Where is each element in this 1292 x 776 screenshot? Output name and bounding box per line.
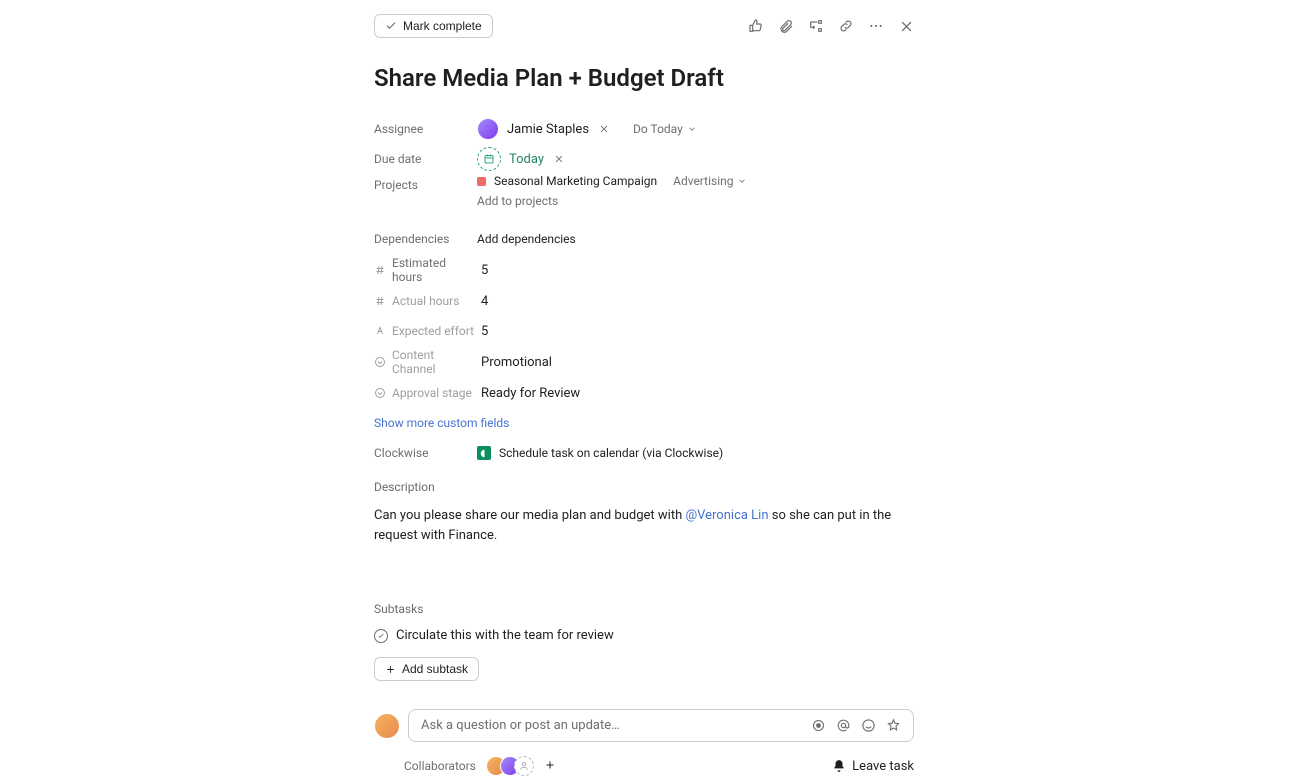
approval-stage-value[interactable]: Ready for Review bbox=[477, 386, 580, 401]
clockwise-action-text: Schedule task on calendar (via Clockwise… bbox=[499, 446, 723, 460]
mark-complete-button[interactable]: Mark complete bbox=[374, 14, 493, 38]
dependencies-label: Dependencies bbox=[374, 232, 477, 246]
task-title[interactable]: Share Media Plan + Budget Draft bbox=[374, 64, 914, 92]
plus-icon bbox=[385, 664, 396, 675]
project-chip[interactable]: Seasonal Marketing Campaign bbox=[477, 174, 657, 188]
dependencies-row: Dependencies Add dependencies bbox=[374, 224, 914, 254]
due-date-value[interactable]: Today bbox=[477, 147, 566, 171]
at-mention-icon[interactable] bbox=[836, 718, 851, 733]
empty-collaborator-slot[interactable] bbox=[514, 756, 534, 776]
chevron-down-icon bbox=[687, 124, 697, 134]
clockwise-label: Clockwise bbox=[374, 446, 477, 460]
assignee-value[interactable]: Jamie Staples Do Today bbox=[477, 118, 697, 140]
assignee-name: Jamie Staples bbox=[507, 122, 589, 137]
content-channel-value[interactable]: Promotional bbox=[477, 355, 552, 370]
clear-due-date-icon[interactable] bbox=[552, 152, 566, 166]
number-icon bbox=[374, 295, 386, 307]
due-date-label: Due date bbox=[374, 152, 477, 166]
do-today-label: Do Today bbox=[633, 122, 683, 136]
text-icon bbox=[374, 325, 386, 337]
clear-assignee-icon[interactable] bbox=[597, 122, 611, 136]
description-before: Can you please share our media plan and … bbox=[374, 508, 685, 523]
collaborator-avatars bbox=[486, 756, 534, 776]
actual-hours-row: Actual hours 4 bbox=[374, 286, 914, 316]
collaborators-section: Collaborators bbox=[404, 756, 558, 776]
estimated-hours-row: Estimated hours 5 bbox=[374, 254, 914, 286]
approval-stage-row: Approval stage Ready for Review bbox=[374, 378, 914, 408]
task-detail-pane: Mark complete Share Media Plan + Budge bbox=[374, 0, 914, 776]
calendar-icon bbox=[477, 147, 501, 171]
content-channel-label: Content Channel bbox=[392, 348, 477, 376]
number-icon bbox=[374, 264, 386, 276]
subtask-icon[interactable] bbox=[808, 18, 824, 34]
projects-row: Projects Seasonal Marketing Campaign Adv… bbox=[374, 174, 914, 224]
copy-link-icon[interactable] bbox=[838, 18, 854, 34]
comment-placeholder: Ask a question or post an update… bbox=[421, 718, 620, 733]
expected-effort-label: Expected effort bbox=[392, 324, 474, 338]
task-footer: Collaborators Leave task bbox=[374, 756, 914, 776]
assignee-label: Assignee bbox=[374, 122, 477, 136]
project-color-dot bbox=[477, 177, 486, 186]
add-to-projects-link[interactable]: Add to projects bbox=[477, 194, 747, 208]
add-dependencies-link[interactable]: Add dependencies bbox=[477, 232, 576, 246]
like-icon[interactable] bbox=[748, 18, 764, 34]
more-icon[interactable] bbox=[868, 18, 884, 34]
clockwise-action[interactable]: Schedule task on calendar (via Clockwise… bbox=[477, 446, 723, 460]
mention-link[interactable]: @Veronica Lin bbox=[685, 508, 768, 523]
leave-task-label: Leave task bbox=[852, 759, 914, 774]
show-more-custom-fields-link[interactable]: Show more custom fields bbox=[374, 416, 509, 430]
expected-effort-row: Expected effort 5 bbox=[374, 316, 914, 346]
mark-complete-label: Mark complete bbox=[403, 19, 482, 33]
close-icon[interactable] bbox=[898, 18, 914, 34]
projects-label: Projects bbox=[374, 174, 477, 192]
expected-effort-value[interactable]: 5 bbox=[477, 324, 488, 339]
subtask-item[interactable]: Circulate this with the team for review bbox=[374, 624, 914, 647]
estimated-hours-value[interactable]: 5 bbox=[477, 263, 488, 278]
comment-row: Ask a question or post an update… bbox=[374, 709, 914, 742]
check-icon bbox=[385, 20, 397, 32]
due-date-text: Today bbox=[509, 152, 544, 167]
due-date-row: Due date Today bbox=[374, 144, 914, 174]
subtask-check-icon[interactable] bbox=[374, 629, 388, 643]
appreciation-icon[interactable] bbox=[886, 718, 901, 733]
comment-input[interactable]: Ask a question or post an update… bbox=[408, 709, 914, 742]
description-row: Description bbox=[374, 472, 914, 502]
estimated-hours-label: Estimated hours bbox=[392, 256, 477, 284]
actual-hours-label: Actual hours bbox=[392, 294, 459, 308]
clockwise-icon bbox=[477, 446, 491, 460]
dropdown-field-icon bbox=[374, 356, 386, 368]
project-name: Seasonal Marketing Campaign bbox=[494, 174, 657, 188]
bell-icon bbox=[832, 759, 846, 773]
attachment-icon[interactable] bbox=[778, 18, 794, 34]
do-today-dropdown[interactable]: Do Today bbox=[633, 122, 697, 136]
clockwise-row: Clockwise Schedule task on calendar (via… bbox=[374, 438, 914, 468]
subtask-title: Circulate this with the team for review bbox=[396, 628, 614, 643]
top-action-icons bbox=[748, 18, 914, 34]
show-more-row: Show more custom fields bbox=[374, 408, 914, 438]
collaborators-label: Collaborators bbox=[404, 759, 476, 773]
assignee-row: Assignee Jamie Staples Do Today bbox=[374, 114, 914, 144]
leave-task-button[interactable]: Leave task bbox=[832, 759, 914, 774]
record-icon[interactable] bbox=[811, 718, 826, 733]
add-subtask-label: Add subtask bbox=[402, 662, 468, 676]
project-section-label: Advertising bbox=[673, 174, 733, 188]
description-label: Description bbox=[374, 480, 477, 494]
description-text[interactable]: Can you please share our media plan and … bbox=[374, 506, 914, 546]
add-collaborator-icon[interactable] bbox=[544, 759, 558, 773]
chevron-down-icon bbox=[737, 176, 747, 186]
comment-toolbar bbox=[811, 718, 901, 733]
subtasks-label: Subtasks bbox=[374, 602, 914, 616]
actual-hours-value[interactable]: 4 bbox=[477, 294, 488, 309]
task-top-bar: Mark complete bbox=[374, 14, 914, 38]
current-user-avatar bbox=[374, 713, 400, 739]
approval-stage-label: Approval stage bbox=[392, 386, 472, 400]
emoji-icon[interactable] bbox=[861, 718, 876, 733]
dropdown-field-icon bbox=[374, 387, 386, 399]
assignee-avatar bbox=[477, 118, 499, 140]
project-section-dropdown[interactable]: Advertising bbox=[673, 174, 747, 188]
add-subtask-button[interactable]: Add subtask bbox=[374, 657, 479, 681]
content-channel-row: Content Channel Promotional bbox=[374, 346, 914, 378]
